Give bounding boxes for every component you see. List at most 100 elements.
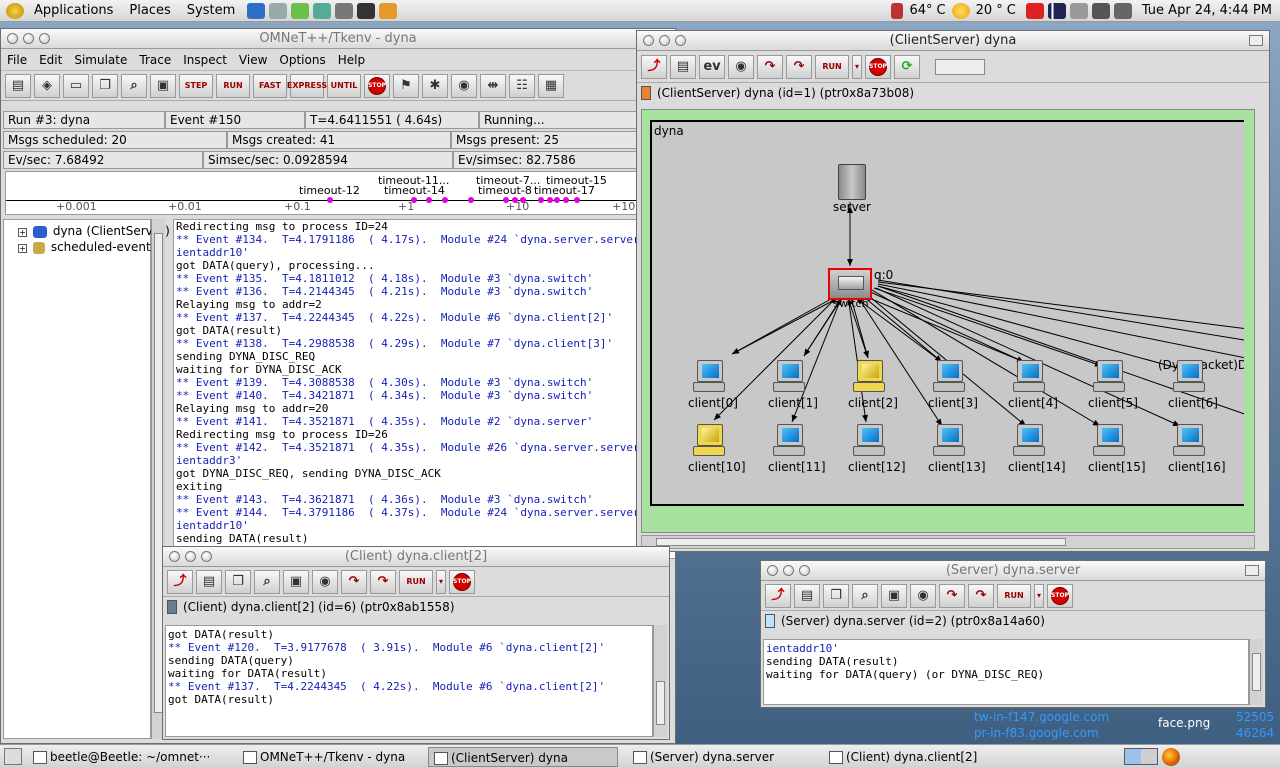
timeline-icon[interactable]: ⇹ bbox=[480, 73, 506, 98]
timeline-msg-dot[interactable] bbox=[411, 197, 417, 203]
new-network-icon[interactable]: ▤ bbox=[5, 73, 31, 98]
timeline[interactable]: +0.001 +0.01 +0.1 +1 +10 +100 timeout-12… bbox=[5, 171, 675, 215]
module-output-icon[interactable]: ▤ bbox=[196, 569, 222, 594]
desktop-file-label[interactable]: face.png bbox=[1158, 716, 1210, 730]
step-icon[interactable]: ↷ bbox=[939, 583, 965, 608]
network-icon[interactable]: ✱ bbox=[422, 73, 448, 98]
express-button[interactable]: EXPRESS bbox=[287, 73, 327, 98]
copy-icon[interactable]: ❐ bbox=[225, 569, 251, 594]
menu-options[interactable]: Options bbox=[273, 53, 331, 67]
media-launcher-icon[interactable] bbox=[335, 2, 354, 19]
load-ned-icon[interactable]: ◈ bbox=[34, 73, 60, 98]
stop-button[interactable]: STOP bbox=[1047, 583, 1073, 608]
tree-item-scheduled-events[interactable]: + scheduled-events bbox=[4, 238, 157, 254]
relayout-icon[interactable]: ⟳ bbox=[894, 54, 920, 79]
client2-log-scrollbar[interactable] bbox=[653, 625, 667, 737]
browser-launcher-icon[interactable] bbox=[247, 2, 266, 19]
minimize-button[interactable] bbox=[185, 551, 196, 562]
timeline-msg-label[interactable]: timeout-12 bbox=[299, 184, 360, 197]
timeline-msg-dot[interactable] bbox=[442, 197, 448, 203]
power-icon[interactable] bbox=[1069, 2, 1088, 19]
minimize-button[interactable] bbox=[783, 565, 794, 576]
tools-launcher-icon[interactable] bbox=[313, 2, 332, 19]
main-event-log[interactable]: Redirecting msg to process ID=24 ** Event… bbox=[173, 219, 675, 559]
fish-launcher-icon[interactable] bbox=[379, 2, 398, 19]
save-icon[interactable]: ▣ bbox=[150, 73, 176, 98]
menu-edit[interactable]: Edit bbox=[33, 53, 68, 67]
network-signal-icon[interactable] bbox=[1047, 2, 1066, 19]
timeline-msg-dot[interactable] bbox=[520, 197, 526, 203]
taskbar-button[interactable]: beetle@Beetle: ~/omnet··· bbox=[28, 747, 214, 767]
run-button[interactable]: RUN bbox=[815, 54, 849, 79]
switch-node[interactable]: switch bbox=[828, 268, 874, 310]
tkenv-titlebar[interactable]: OMNeT++/Tkenv - dyna bbox=[1, 29, 675, 49]
timeline-msg-label[interactable]: timeout-14 bbox=[384, 184, 445, 197]
menu-inspect[interactable]: Inspect bbox=[177, 53, 233, 67]
timeline-msg-dot[interactable] bbox=[538, 197, 544, 203]
client-node[interactable]: client[12] bbox=[848, 422, 906, 474]
menu-system[interactable]: System bbox=[179, 3, 243, 18]
close-button[interactable] bbox=[767, 565, 778, 576]
menu-simulate[interactable]: Simulate bbox=[68, 53, 133, 67]
workspace-switcher[interactable] bbox=[1124, 748, 1158, 765]
run-dropdown[interactable]: ▾ bbox=[852, 54, 862, 79]
zoom-slider[interactable] bbox=[935, 58, 985, 75]
server-log[interactable]: ientaddr10' sending DATA(result) waiting f… bbox=[763, 639, 1249, 705]
step-button[interactable]: STEP bbox=[179, 73, 213, 98]
menu-file[interactable]: File bbox=[1, 53, 33, 67]
maximize-button[interactable] bbox=[675, 35, 686, 46]
client-node[interactable]: client[1] bbox=[768, 358, 818, 410]
maximize-button[interactable] bbox=[39, 33, 50, 44]
until-button[interactable]: UNTIL bbox=[327, 73, 361, 98]
find-icon[interactable]: ⌕ bbox=[254, 569, 280, 594]
menu-view[interactable]: View bbox=[233, 53, 273, 67]
finish-flag-icon[interactable]: ⚑ bbox=[393, 73, 419, 98]
minimize-button[interactable] bbox=[659, 35, 670, 46]
inspect-icon[interactable]: ◉ bbox=[910, 583, 936, 608]
client2-titlebar[interactable]: (Client) dyna.client[2] bbox=[163, 547, 669, 567]
step-icon[interactable]: ↷ bbox=[757, 54, 783, 79]
client-node[interactable]: client[5] bbox=[1088, 358, 1138, 410]
clock[interactable]: Tue Apr 24, 4:44 PM bbox=[1134, 3, 1280, 18]
open-folder-icon[interactable]: ▭ bbox=[63, 73, 89, 98]
ev-icon[interactable]: ev bbox=[699, 54, 725, 79]
timeline-msg-dot[interactable] bbox=[574, 197, 580, 203]
server-node[interactable]: server bbox=[826, 164, 878, 214]
step-icon[interactable]: ↷ bbox=[341, 569, 367, 594]
client-node[interactable]: client[0] bbox=[688, 358, 738, 410]
inspect-icon[interactable]: ◉ bbox=[451, 73, 477, 98]
timeline-msg-dot[interactable] bbox=[547, 197, 553, 203]
find-icon[interactable]: ⌕ bbox=[852, 583, 878, 608]
maximize-button[interactable] bbox=[799, 565, 810, 576]
save-icon[interactable]: ▣ bbox=[881, 583, 907, 608]
taskbar-button[interactable]: OMNeT++/Tkenv - dyna bbox=[238, 747, 422, 767]
close-button[interactable] bbox=[7, 33, 18, 44]
ruby-icon[interactable] bbox=[1025, 2, 1044, 19]
copy-icon[interactable]: ❐ bbox=[92, 73, 118, 98]
parent-module-icon[interactable]: ⤴ bbox=[765, 583, 791, 608]
server-titlebar[interactable]: (Server) dyna.server bbox=[761, 561, 1265, 581]
menu-trace[interactable]: Trace bbox=[133, 53, 177, 67]
gnome-foot-icon[interactable] bbox=[6, 2, 24, 19]
timeline-msg-dot[interactable] bbox=[512, 197, 518, 203]
people-launcher-icon[interactable] bbox=[269, 2, 288, 19]
client-node[interactable]: client[13] bbox=[928, 422, 986, 474]
client-node[interactable]: client[15] bbox=[1088, 422, 1146, 474]
timeline-msg-dot[interactable] bbox=[554, 197, 560, 203]
restore-button[interactable] bbox=[1249, 35, 1263, 46]
run-button[interactable]: RUN bbox=[997, 583, 1031, 608]
module-output-icon[interactable]: ▤ bbox=[670, 54, 696, 79]
run-dropdown[interactable]: ▾ bbox=[436, 569, 446, 594]
taskbar-button[interactable]: (Client) dyna.client[2] bbox=[824, 747, 1010, 767]
copy-icon[interactable]: ❐ bbox=[823, 583, 849, 608]
timeline-msg-label[interactable]: timeout-8 bbox=[478, 184, 532, 197]
stop-button[interactable]: STOP bbox=[364, 73, 390, 98]
canvas-vscroll[interactable] bbox=[1244, 110, 1254, 532]
run-button[interactable]: RUN bbox=[216, 73, 250, 98]
parent-module-icon[interactable]: ⤴ bbox=[641, 54, 667, 79]
firefox-icon[interactable] bbox=[1162, 748, 1180, 766]
parent-module-icon[interactable]: ⤴ bbox=[167, 569, 193, 594]
run-until-icon[interactable]: ↷ bbox=[968, 583, 994, 608]
display-icon[interactable] bbox=[1091, 2, 1110, 19]
client-node[interactable]: client[4] bbox=[1008, 358, 1058, 410]
